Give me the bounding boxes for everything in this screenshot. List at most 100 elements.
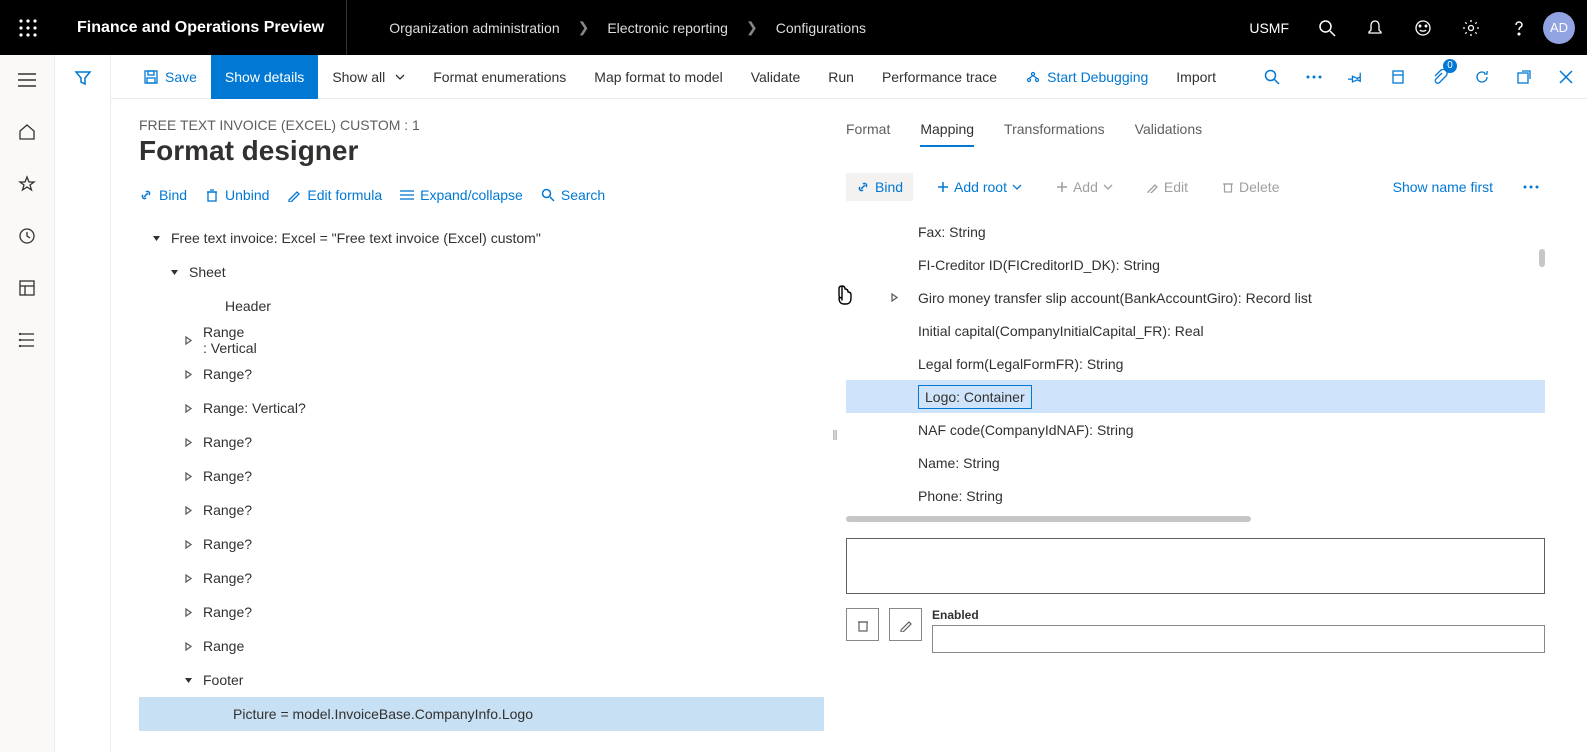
attachments-button[interactable]: 0 xyxy=(1419,55,1461,99)
nav-hamburger[interactable] xyxy=(7,65,47,95)
breadcrumb-2[interactable]: Configurations xyxy=(776,20,866,36)
app-launcher[interactable] xyxy=(0,0,55,55)
office-icon[interactable] xyxy=(1377,55,1419,99)
edit-enabled-button[interactable] xyxy=(889,608,922,641)
save-button[interactable]: Save xyxy=(129,55,211,99)
expand-icon[interactable] xyxy=(181,506,195,515)
tree-row[interactable]: Range? xyxy=(139,493,824,527)
close-button[interactable] xyxy=(1545,55,1587,99)
help-button[interactable] xyxy=(1495,0,1543,55)
mapping-row[interactable]: FI-Creditor ID(FICreditorID_DK): String xyxy=(846,248,1545,281)
search-tree-button[interactable]: Search xyxy=(541,187,605,203)
tree-label: Picture = model.InvoiceBase.CompanyInfo.… xyxy=(233,706,533,722)
tab-validations[interactable]: Validations xyxy=(1135,121,1202,147)
tree-row[interactable]: Picture = model.InvoiceBase.CompanyInfo.… xyxy=(139,697,824,731)
map-model-button[interactable]: Map format to model xyxy=(580,55,736,99)
tree-row[interactable]: Range: Vertical? xyxy=(139,391,824,425)
expand-icon[interactable] xyxy=(181,438,195,447)
tree-row[interactable]: Range? xyxy=(139,561,824,595)
expand-icon[interactable] xyxy=(181,642,195,651)
home-icon[interactable] xyxy=(7,117,47,147)
tree-row[interactable]: Range? xyxy=(139,527,824,561)
mapping-row[interactable]: Name: String xyxy=(846,446,1545,479)
import-button[interactable]: Import xyxy=(1162,55,1230,99)
more-cmd-button[interactable] xyxy=(1293,55,1335,99)
unbind-button[interactable]: Unbind xyxy=(205,187,269,203)
run-button[interactable]: Run xyxy=(814,55,868,99)
tree-row[interactable]: Range? xyxy=(139,595,824,629)
notifications-button[interactable] xyxy=(1351,0,1399,55)
refresh-button[interactable] xyxy=(1461,55,1503,99)
modules-icon[interactable] xyxy=(7,325,47,355)
tree-row[interactable]: Range? xyxy=(139,459,824,493)
breadcrumb-0[interactable]: Organization administration xyxy=(389,20,559,36)
recent-icon[interactable] xyxy=(7,221,47,251)
tab-mapping[interactable]: Mapping xyxy=(920,121,974,147)
tree-row[interactable]: Header xyxy=(139,289,824,323)
feedback-button[interactable] xyxy=(1399,0,1447,55)
mapping-row[interactable]: Giro money transfer slip account(BankAcc… xyxy=(846,281,1545,314)
expand-icon[interactable] xyxy=(890,293,899,302)
bind-button[interactable]: Bind xyxy=(139,187,187,203)
pin-icon[interactable] xyxy=(1335,55,1377,99)
expand-icon[interactable] xyxy=(181,676,195,685)
tree-row[interactable]: Range: Vertical xyxy=(139,323,824,357)
enabled-input[interactable] xyxy=(932,625,1545,653)
clear-enabled-button[interactable] xyxy=(846,608,879,641)
search-button[interactable] xyxy=(1303,0,1351,55)
mapping-row[interactable]: Logo: Container xyxy=(846,380,1545,413)
expand-icon[interactable] xyxy=(167,268,181,277)
mapping-row[interactable]: Phone: String xyxy=(846,479,1545,512)
mapping-tree[interactable]: Fax: StringFI-Creditor ID(FICreditorID_D… xyxy=(846,215,1545,512)
format-tree[interactable]: Free text invoice: Excel = "Free text in… xyxy=(139,221,824,752)
company-code[interactable]: USMF xyxy=(1245,20,1303,36)
map-bind-button[interactable]: Bind xyxy=(846,173,913,201)
expand-icon[interactable] xyxy=(181,540,195,549)
show-details-button[interactable]: Show details xyxy=(211,55,318,99)
tree-row[interactable]: Range? xyxy=(139,357,824,391)
tab-format[interactable]: Format xyxy=(846,121,890,147)
expand-icon[interactable] xyxy=(181,608,195,617)
tree-row[interactable]: Footer xyxy=(139,663,824,697)
scrollbar[interactable] xyxy=(1539,249,1545,267)
expand-icon[interactable] xyxy=(181,472,195,481)
mapping-row[interactable]: Legal form(LegalFormFR): String xyxy=(846,347,1545,380)
perf-trace-button[interactable]: Performance trace xyxy=(868,55,1011,99)
mapping-row[interactable]: Initial capital(CompanyInitialCapital_FR… xyxy=(846,314,1545,347)
show-all-button[interactable]: Show all xyxy=(318,55,419,99)
tab-transformations[interactable]: Transformations xyxy=(1004,121,1105,147)
format-enum-button[interactable]: Format enumerations xyxy=(419,55,580,99)
expand-icon[interactable] xyxy=(149,234,163,243)
expand-collapse-button[interactable]: Expand/collapse xyxy=(400,187,523,203)
expand-icon[interactable] xyxy=(181,404,195,413)
scrollbar-horizontal[interactable] xyxy=(846,516,1251,522)
tree-row[interactable]: Free text invoice: Excel = "Free text in… xyxy=(139,221,824,255)
tree-label: Range? xyxy=(203,570,252,586)
settings-button[interactable] xyxy=(1447,0,1495,55)
avatar[interactable]: AD xyxy=(1543,12,1575,44)
formula-input[interactable] xyxy=(846,538,1545,594)
page-title: Format designer xyxy=(139,135,824,167)
show-name-first-button[interactable]: Show name first xyxy=(1383,173,1503,201)
start-debug-button[interactable]: Start Debugging xyxy=(1011,55,1162,99)
breadcrumb-1[interactable]: Electronic reporting xyxy=(607,20,728,36)
mapping-label: Initial capital(CompanyInitialCapital_FR… xyxy=(918,323,1204,339)
search-cmd-button[interactable] xyxy=(1251,55,1293,99)
edit-formula-button[interactable]: Edit formula xyxy=(287,187,382,203)
tree-row[interactable]: Range xyxy=(139,629,824,663)
expand-icon[interactable] xyxy=(181,370,195,379)
expand-icon[interactable] xyxy=(181,336,195,345)
popout-button[interactable] xyxy=(1503,55,1545,99)
map-more-button[interactable] xyxy=(1517,179,1545,195)
validate-button[interactable]: Validate xyxy=(737,55,815,99)
filter-icon[interactable] xyxy=(74,69,92,752)
mapping-row[interactable]: Fax: String xyxy=(846,215,1545,248)
mapping-row[interactable]: NAF code(CompanyIdNAF): String xyxy=(846,413,1545,446)
tree-row[interactable]: Range? xyxy=(139,425,824,459)
add-root-button[interactable]: Add root xyxy=(927,173,1032,201)
expand-icon[interactable] xyxy=(181,574,195,583)
favorites-icon[interactable] xyxy=(7,169,47,199)
splitter-icon[interactable]: ‖ xyxy=(824,117,846,752)
tree-row[interactable]: Sheet xyxy=(139,255,824,289)
workspace-icon[interactable] xyxy=(7,273,47,303)
